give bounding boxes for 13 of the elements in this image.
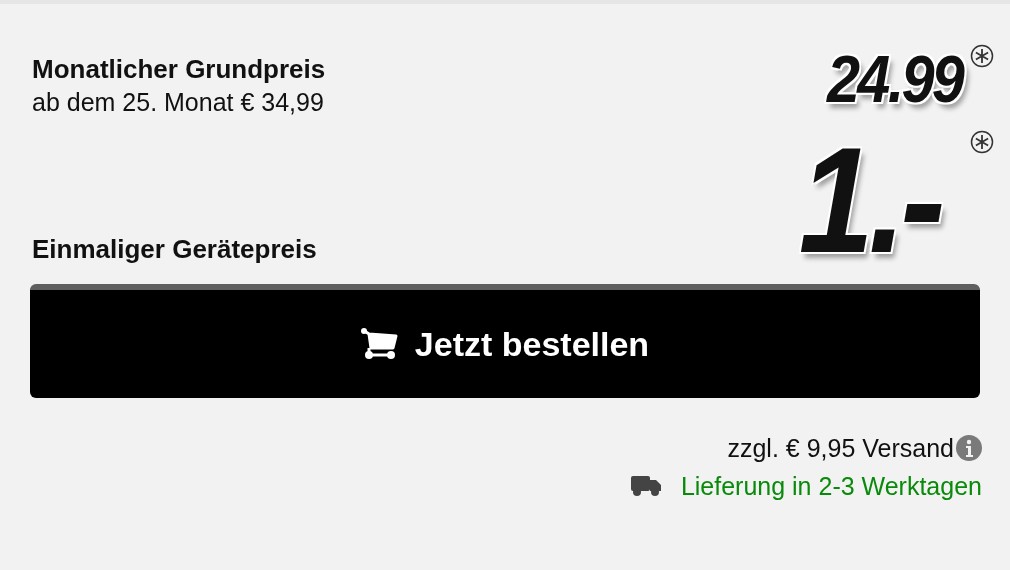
price-note: ab dem 25. Monat € 34,99 <box>32 87 325 118</box>
device-price-label: Einmaliger Gerätepreis <box>32 233 317 266</box>
device-price: 1.- <box>798 130 940 270</box>
order-button[interactable]: Jetzt bestellen <box>30 284 980 398</box>
asterisk-icon <box>970 44 994 68</box>
shipping-cost: zzgl. € 9,95 Versand <box>727 433 954 464</box>
info-icon[interactable] <box>956 435 982 461</box>
monthly-price: 24.99 <box>826 44 962 114</box>
delivery-time: Lieferung in 2-3 Werktagen <box>680 471 982 502</box>
cart-icon <box>360 328 399 360</box>
truck-icon <box>630 475 661 497</box>
asterisk-icon <box>970 130 994 154</box>
monthly-price-label: Monatlicher Grundpreis <box>32 53 326 86</box>
